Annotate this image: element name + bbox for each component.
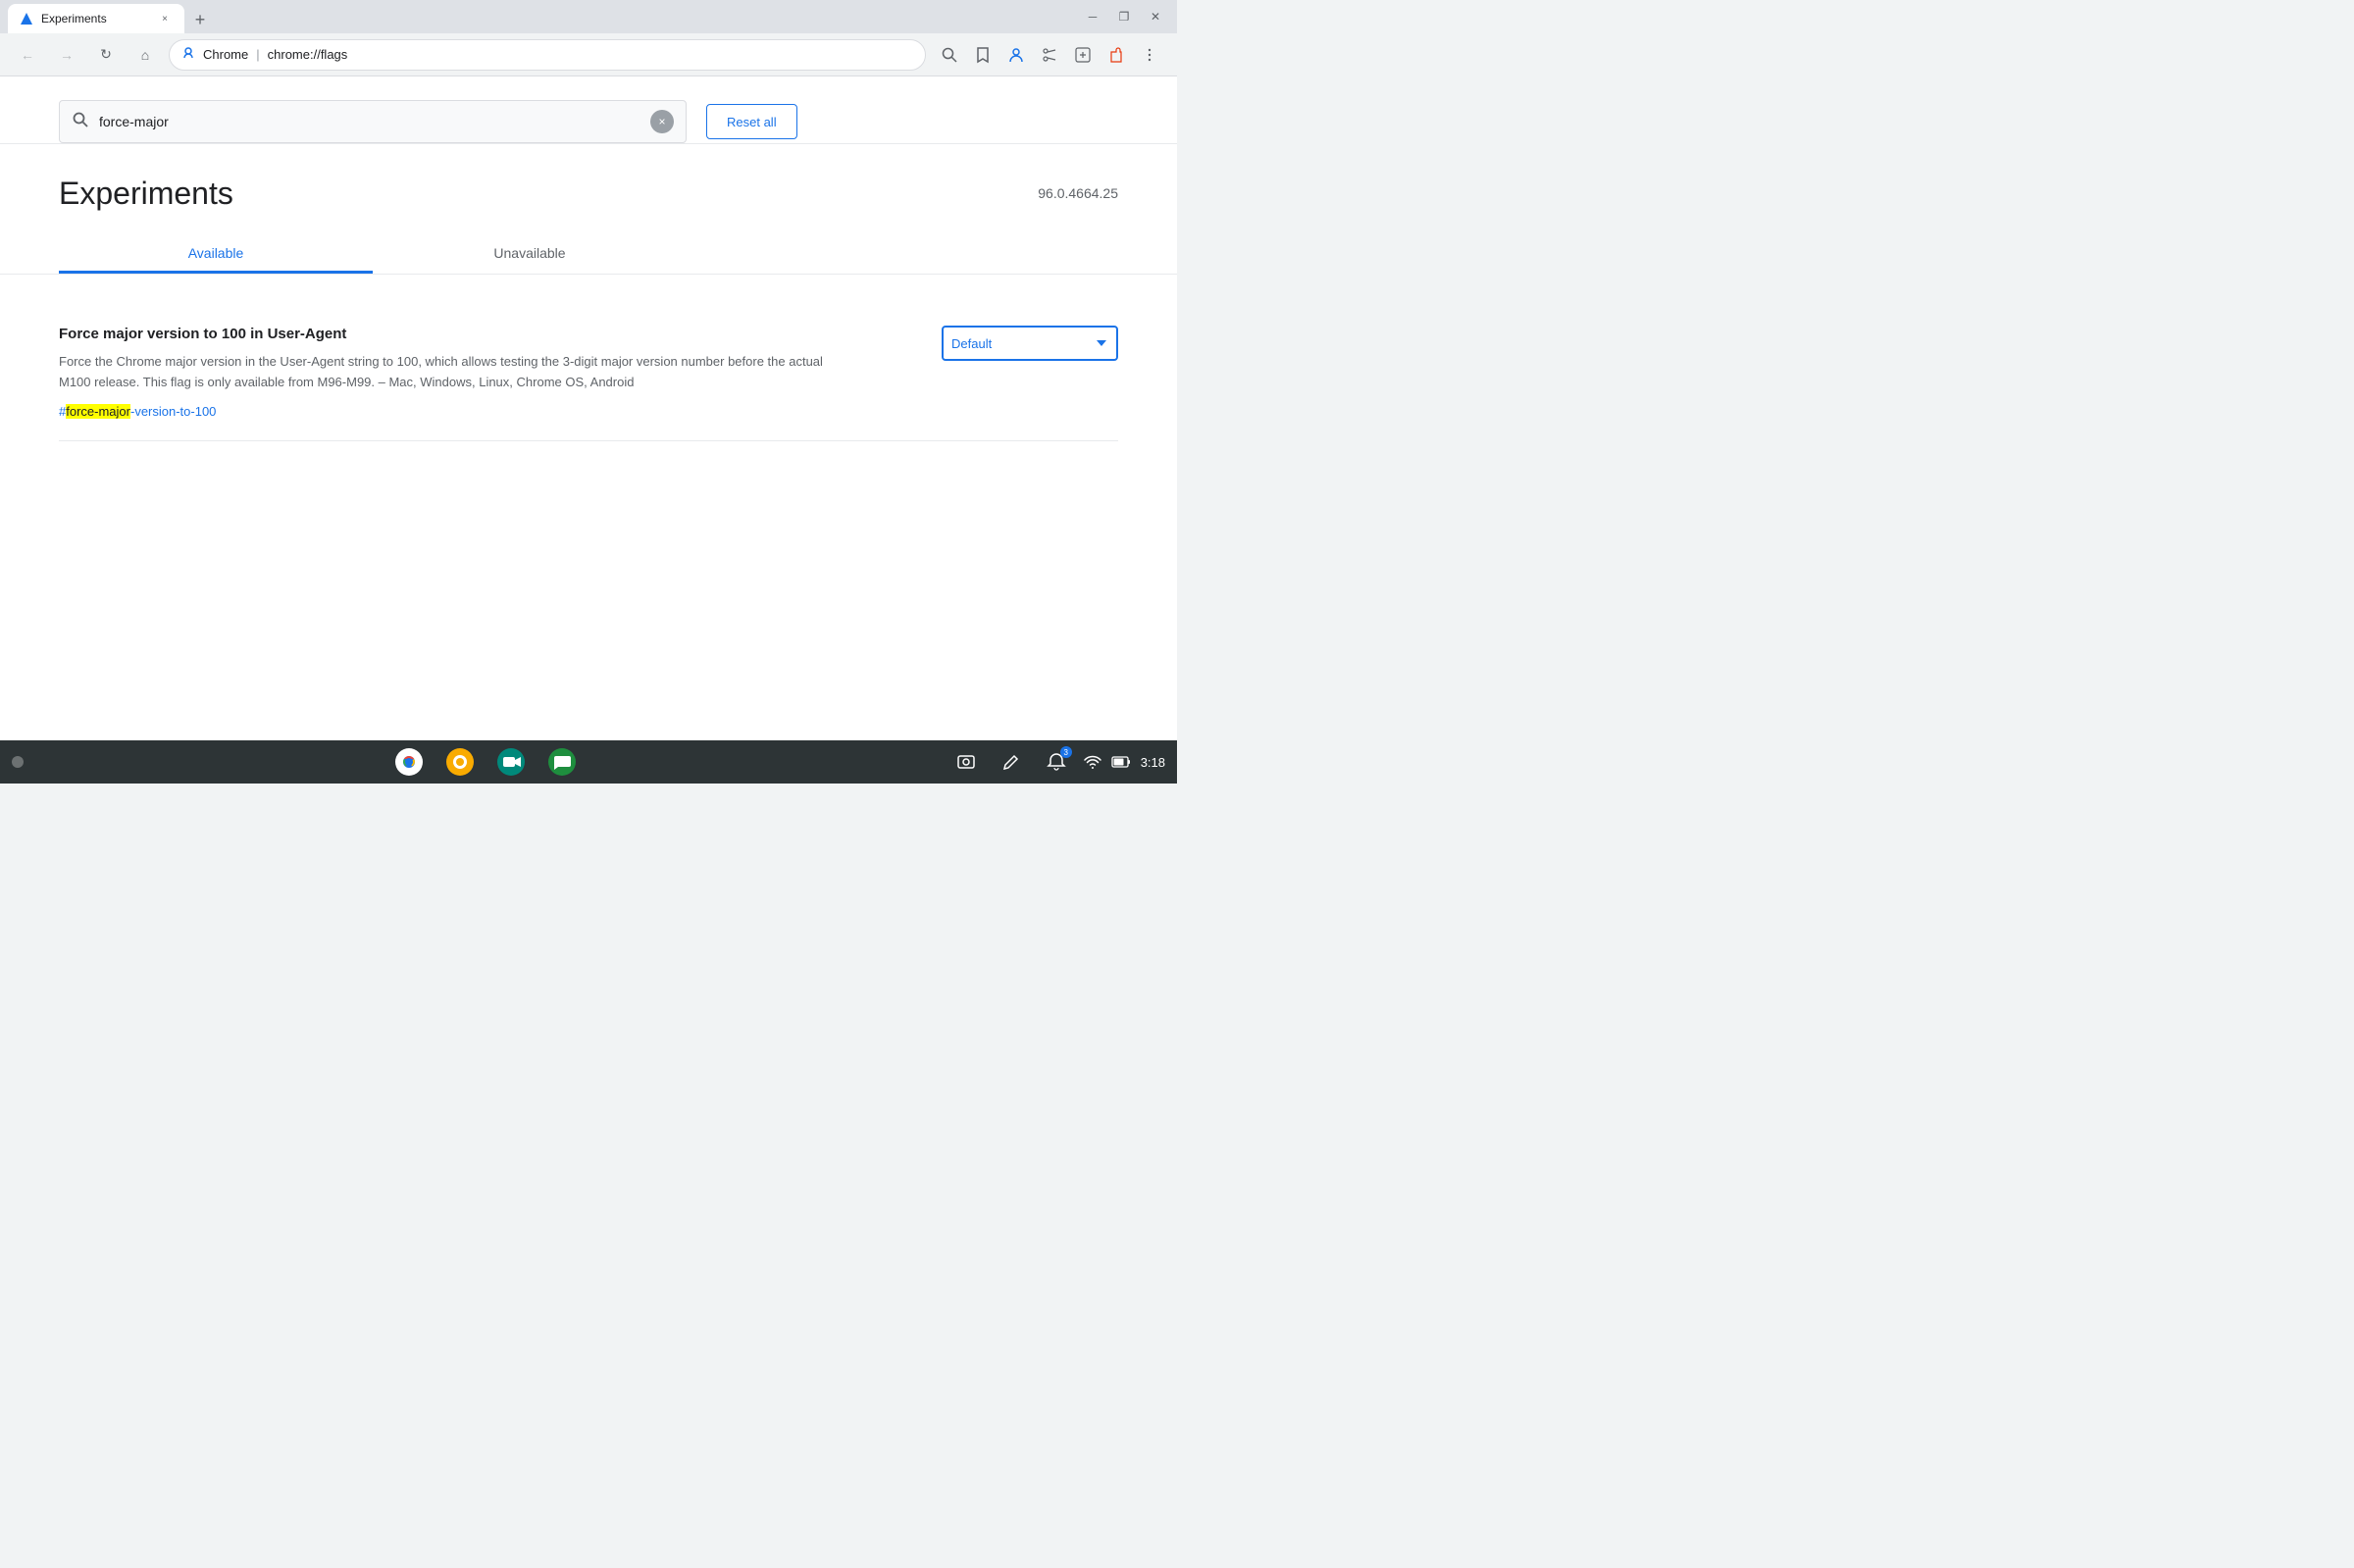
page-title: Experiments	[59, 176, 233, 212]
flag-info: Force major version to 100 in User-Agent…	[59, 326, 824, 421]
flag-select[interactable]: Default Enabled Disabled	[942, 326, 1118, 361]
wifi-icon	[1084, 755, 1101, 769]
close-window-button[interactable]: ✕	[1142, 3, 1169, 30]
main-content: × Reset all Experiments 96.0.4664.25 Ava…	[0, 76, 1177, 740]
taskbar-launcher-icon[interactable]	[12, 756, 24, 768]
search-clear-button[interactable]: ×	[650, 110, 674, 133]
url-text: chrome://flags	[268, 47, 348, 62]
taskbar-chrome-button[interactable]	[391, 744, 427, 780]
tab-container: Experiments × +	[8, 0, 214, 33]
search-icon	[72, 111, 89, 133]
active-tab[interactable]: Experiments ×	[8, 4, 184, 33]
toolbar-icons	[934, 39, 1165, 71]
window-controls: ─ ❐ ✕	[1079, 3, 1169, 30]
taskbar-chat-button[interactable]	[544, 744, 580, 780]
scissors-button[interactable]	[1034, 39, 1065, 71]
version-number: 96.0.4664.25	[1038, 185, 1118, 201]
new-tab-button[interactable]: +	[186, 6, 214, 33]
page-title-area: Experiments 96.0.4664.25	[0, 144, 1177, 212]
menu-button[interactable]	[1134, 39, 1165, 71]
tab-title: Experiments	[41, 12, 149, 25]
taskbar-meet-button[interactable]	[493, 744, 529, 780]
reload-button[interactable]: ↻	[90, 39, 122, 71]
flag-link-highlighted: force-major	[66, 404, 130, 419]
taskbar-app2-button[interactable]	[442, 744, 478, 780]
tab-unavailable[interactable]: Unavailable	[373, 235, 687, 274]
flag-title: Force major version to 100 in User-Agent	[59, 326, 824, 342]
taskbar-left	[12, 756, 24, 768]
flags-list: Force major version to 100 in User-Agent…	[0, 275, 1177, 473]
url-separator: |	[256, 47, 259, 62]
search-input[interactable]	[99, 114, 640, 129]
address-bar: ← → ↻ ⌂ Chrome | chrome://flags	[0, 33, 1177, 76]
forward-button[interactable]: →	[51, 39, 82, 71]
url-bar[interactable]: Chrome | chrome://flags	[169, 39, 926, 71]
home-button[interactable]: ⌂	[129, 39, 161, 71]
back-button[interactable]: ←	[12, 39, 43, 71]
security-icon	[181, 46, 195, 63]
tab-favicon	[20, 12, 33, 25]
tab-close-button[interactable]: ×	[157, 11, 173, 26]
flag-item: Force major version to 100 in User-Agent…	[59, 306, 1118, 441]
tab-available[interactable]: Available	[59, 235, 373, 274]
taskbar-notification-button[interactable]: 3	[1039, 744, 1074, 780]
tabs-container: Available Unavailable	[0, 212, 1177, 275]
minimize-button[interactable]: ─	[1079, 3, 1106, 30]
title-bar: Experiments × + ─ ❐ ✕	[0, 0, 1177, 33]
notification-badge: 3	[1060, 746, 1072, 758]
flag-link-suffix: -version-to-100	[130, 404, 216, 419]
search-box[interactable]: ×	[59, 100, 687, 143]
tabs: Available Unavailable	[59, 235, 1118, 274]
taskbar: 3 3:18	[0, 740, 1177, 784]
puzzle-button[interactable]	[1067, 39, 1099, 71]
flag-controls: Default Enabled Disabled	[942, 326, 1118, 361]
account-button[interactable]	[1000, 39, 1032, 71]
site-name-label: Chrome	[203, 47, 248, 62]
search-area: × Reset all	[0, 76, 1177, 144]
battery-icon	[1111, 755, 1131, 769]
restore-button[interactable]: ❐	[1110, 3, 1138, 30]
taskbar-right: 3 3:18	[948, 744, 1165, 780]
flag-description: Force the Chrome major version in the Us…	[59, 352, 824, 393]
taskbar-time: 3:18	[1141, 755, 1165, 770]
taskbar-screenshot-button[interactable]	[948, 744, 984, 780]
reset-all-button[interactable]: Reset all	[706, 104, 797, 139]
extension-button[interactable]	[1100, 39, 1132, 71]
taskbar-center	[24, 744, 948, 780]
taskbar-pen-button[interactable]	[994, 744, 1029, 780]
flag-link[interactable]: #force-major-version-to-100	[59, 404, 216, 419]
search-toolbar-button[interactable]	[934, 39, 965, 71]
bookmark-button[interactable]	[967, 39, 998, 71]
